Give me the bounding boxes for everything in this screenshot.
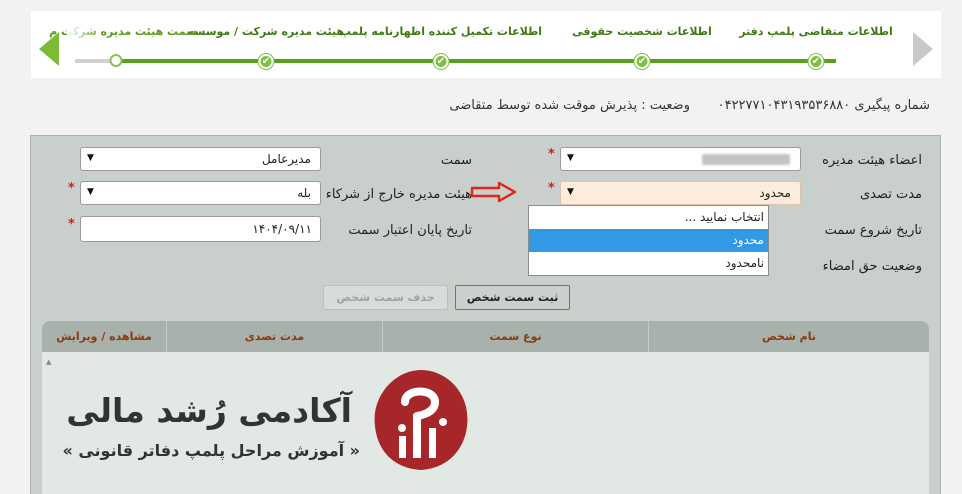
board-member-select[interactable]: ▼ [560, 147, 801, 171]
position-label: سمت [440, 153, 472, 168]
tenure-option-limited[interactable]: محدود [529, 229, 768, 252]
column-header-view-edit: مشاهده / ویرایش [42, 321, 167, 352]
step-label-applicant[interactable]: اطلاعات متقاضی پلمپ دفتر [739, 25, 893, 38]
column-header-position-type: نوع سمت [383, 321, 649, 352]
column-header-tenure: مدت تصدی [167, 321, 383, 352]
position-select-value: مدیرعامل [261, 152, 311, 166]
external-member-label: هیئت مدیره خارج از شرکاء [325, 187, 472, 202]
tracking-number: شماره پیگیری ۰۴۲۲۷۷۱۰۴۳۱۹۳۵۳۶۸۸۰ [717, 98, 930, 113]
step-done-check-icon[interactable]: ✔ [634, 54, 650, 69]
position-select[interactable]: ▼ مدیرعامل [80, 147, 321, 171]
stepper-label-fade [67, 11, 103, 51]
chevron-down-icon: ▼ [567, 153, 574, 163]
step-label-legal-entity[interactable]: اطلاعات شخصیت حقوقی [572, 25, 712, 38]
end-date-input[interactable]: ۱۴۰۴/۰۹/۱۱ [80, 216, 321, 242]
chevron-down-icon: ▼ [567, 187, 574, 197]
register-position-button[interactable]: ثبت سمت شخص [455, 285, 570, 310]
step-done-check-icon[interactable]: ✔ [258, 54, 274, 69]
step-done-check-icon[interactable]: ✔ [433, 54, 449, 69]
step-done-check-icon[interactable]: ✔ [808, 54, 824, 69]
required-mark: * [548, 147, 555, 162]
tenure-dropdown-list: انتخاب نمایید ... محدود نامحدود [528, 205, 769, 276]
stepper-next-arrow-icon[interactable] [913, 32, 933, 66]
tracking-status: وضعیت : پذیرش موقت شده توسط متقاضی [449, 98, 690, 113]
required-mark: * [68, 181, 75, 196]
external-member-select[interactable]: ▼ بله [80, 181, 321, 205]
tenure-select[interactable]: ▼ محدود [560, 181, 801, 205]
chevron-down-icon: ▼ [87, 187, 94, 197]
red-arrow-annotation-icon [470, 181, 517, 203]
tenure-option-placeholder[interactable]: انتخاب نمایید ... [529, 206, 768, 229]
rushd-mali-logo-icon [374, 370, 468, 470]
chevron-down-icon: ▼ [87, 153, 94, 163]
board-member-value-redacted [702, 154, 790, 165]
step-current-circle-icon[interactable] [109, 54, 123, 67]
progress-stepper: اطلاعات متقاضی پلمپ دفتر اطلاعات شخصیت ح… [31, 11, 941, 78]
tenure-label: مدت تصدی [859, 187, 922, 202]
start-date-label: تاریخ شروع سمت [824, 223, 922, 238]
signature-status-label: وضعیت حق امضاء [822, 259, 922, 274]
scroll-up-icon[interactable]: ▲ [46, 358, 51, 366]
board-member-label: اعضاء هیئت مدیره [822, 153, 922, 168]
column-header-person-name: نام شخص [762, 330, 816, 343]
delete-position-button[interactable]: حذف سمت شخص [323, 285, 448, 310]
required-mark: * [68, 217, 75, 232]
watermark-subtitle: « آموزش مراحل پلمپ دفاتر قانونی » [62, 441, 360, 460]
positions-table-header: مشاهده / ویرایش مدت تصدی نوع سمت نام شخص [42, 321, 929, 352]
watermark-title: آکادمی رُشد مالی [66, 391, 352, 430]
external-member-select-value: بله [297, 186, 311, 200]
required-mark: * [548, 181, 555, 196]
step-label-board[interactable]: هیئت مدیره شرکت / موسسه [188, 25, 344, 38]
end-date-label: تاریخ پایان اعتبار سمت [348, 223, 472, 238]
step-label-declarant[interactable]: اطلاعات تکمیل کننده اظهارنامه پلمپ [340, 25, 542, 38]
tenure-option-unlimited[interactable]: نامحدود [529, 252, 768, 275]
stepper-track-done [115, 59, 836, 63]
tenure-select-value: محدود [759, 186, 791, 200]
